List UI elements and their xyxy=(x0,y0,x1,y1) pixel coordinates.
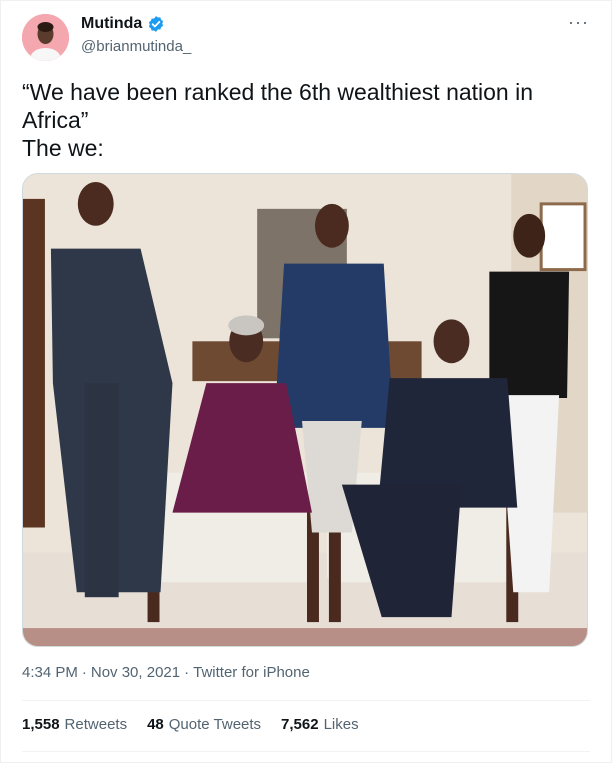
more-horizontal-icon[interactable]: ··· xyxy=(568,13,589,31)
tweet-card: Mutinda @brianmutinda_ ··· “We have been… xyxy=(0,0,612,763)
family-photo-image xyxy=(23,174,587,646)
author-handle[interactable]: @brianmutinda_ xyxy=(81,38,191,55)
tweet-date[interactable]: Nov 30, 2021 xyxy=(91,664,180,681)
tweet-time[interactable]: 4:34 PM xyxy=(22,664,78,681)
avatar[interactable] xyxy=(22,14,69,61)
tweet-meta: 4:34 PM · Nov 30, 2021 · Twitter for iPh… xyxy=(22,664,310,681)
quote-tweets-label: Quote Tweets xyxy=(168,716,262,733)
meta-separator: · xyxy=(184,664,190,681)
tweet-source[interactable]: Twitter for iPhone xyxy=(193,664,310,681)
likes-stat[interactable]: 7,562 Likes xyxy=(281,716,359,733)
retweets-stat[interactable]: 1,558 Retweets xyxy=(22,716,127,733)
author-name-row[interactable]: Mutinda xyxy=(81,15,165,33)
quote-tweets-stat[interactable]: 48 Quote Tweets xyxy=(147,716,261,733)
retweets-count: 1,558 xyxy=(22,716,60,733)
retweets-label: Retweets xyxy=(64,716,128,733)
display-name[interactable]: Mutinda xyxy=(81,15,142,33)
likes-label: Likes xyxy=(323,716,359,733)
meta-separator: · xyxy=(81,664,87,681)
divider xyxy=(22,700,590,701)
tweet-stats: 1,558 Retweets 48 Quote Tweets 7,562 Lik… xyxy=(22,716,359,733)
likes-count: 7,562 xyxy=(281,716,319,733)
tweet-photo[interactable] xyxy=(22,173,588,647)
tweet-text: “We have been ranked the 6th wealthiest … xyxy=(22,79,534,161)
verified-badge-icon xyxy=(147,15,165,33)
divider xyxy=(22,751,590,752)
quote-tweets-count: 48 xyxy=(147,716,164,733)
